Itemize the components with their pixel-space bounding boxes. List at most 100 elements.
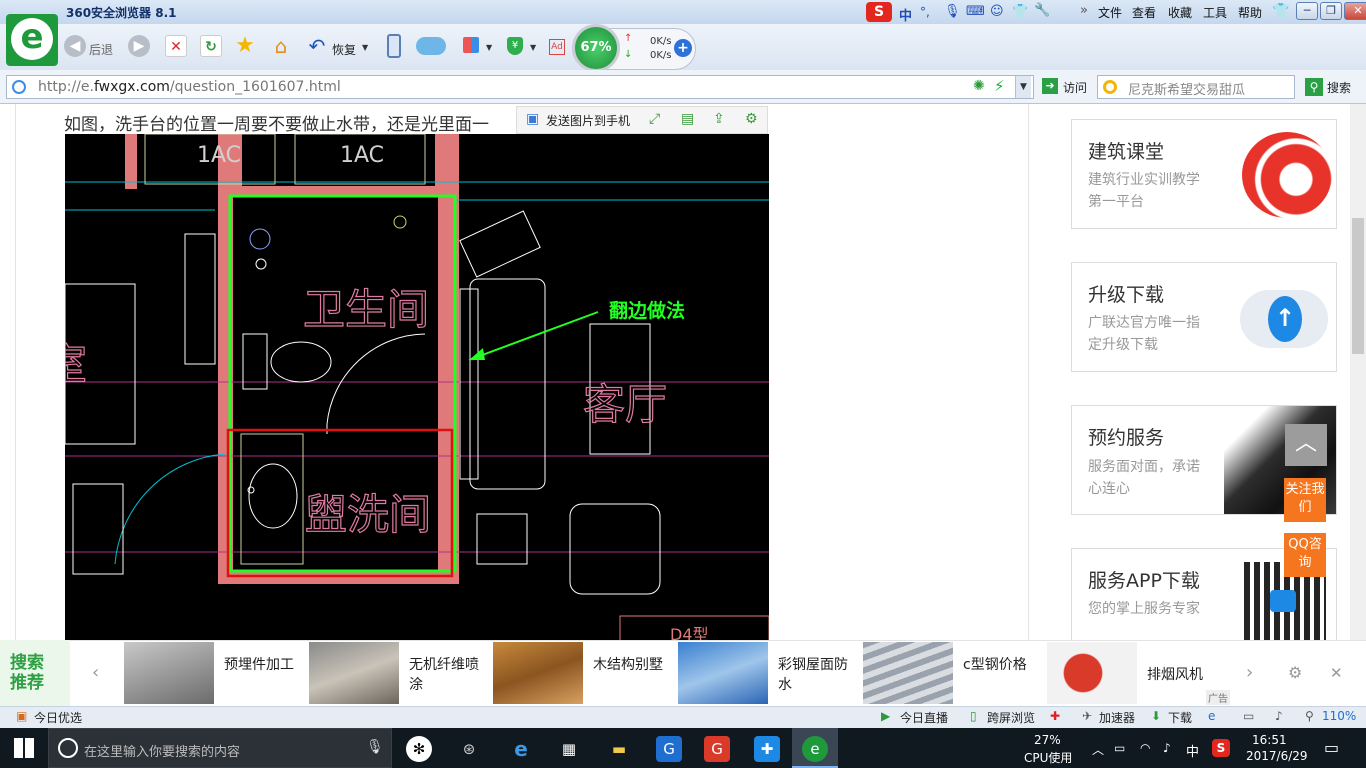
settings-gear-icon[interactable]: ⚙ [745,111,758,127]
search-magnifier-icon[interactable]: ⚲ [1305,78,1323,96]
shield-dropdown-icon[interactable]: ▼ [530,43,536,52]
rec-thumb-fan[interactable] [1047,642,1137,704]
qq-consult-button[interactable]: QQ咨询 [1284,533,1326,577]
restore-dropdown-icon[interactable]: ▼ [362,43,368,52]
notification-icon[interactable]: ▭ [1324,738,1339,757]
stop-icon[interactable]: ✕ [165,35,187,57]
cad-drawing-image[interactable]: 1AC 1AC 卫生间 客厅 盥洗间 室 翻边做法 D4型 [65,134,769,640]
url-text[interactable]: http://e.fwxgx.com/question_1601607.html [38,79,341,95]
forward-arrow-icon[interactable]: ▶ [128,35,150,57]
shirt-icon[interactable]: 👕 [1012,4,1028,19]
rec-thumb-embed[interactable] [124,642,214,704]
speedup-plus-icon[interactable]: + [674,39,692,57]
rec-thumb-steel[interactable] [863,642,953,704]
rec-item-label[interactable]: 彩钢屋面防水 [778,655,858,695]
rec-thumb-roof[interactable] [678,642,768,704]
tray-volume-icon[interactable]: ♪ [1163,741,1171,755]
visit-arrow-icon[interactable]: ➜ [1042,78,1058,94]
rec-thumb-fiber[interactable] [309,642,399,704]
taskbar-app-blue-icon[interactable]: ✚ [754,736,780,762]
close-button[interactable]: ✕ [1344,2,1366,20]
taskbar-glodon-icon[interactable]: G [656,736,682,762]
rec-item-label[interactable]: c型钢价格 [963,655,1043,675]
taskbar-edge-icon[interactable]: e [508,736,534,762]
cross-screen-link[interactable]: 跨屏浏览 [987,709,1035,726]
favorite-star-icon[interactable]: ★ [234,35,256,57]
rec-item-label[interactable]: 无机纤维喷涂 [409,655,489,695]
tray-sogou-icon[interactable]: S [1212,739,1230,757]
live-play-icon[interactable]: ▶ [881,709,890,723]
rec-settings-gear-icon[interactable]: ⚙ [1288,663,1302,682]
ime-mode[interactable]: 中 [899,5,912,24]
volume-icon[interactable]: ♪ [1275,709,1283,723]
tray-ime[interactable]: 中 [1186,741,1199,760]
taskbar-app-red-icon[interactable]: G [704,736,730,762]
restore-button[interactable]: ❐ [1320,2,1342,20]
user-icon[interactable]: ☺ [990,4,1004,19]
search-engine-icon[interactable] [1103,80,1117,94]
back-arrow-icon[interactable]: ◀ [64,35,86,57]
follow-us-button[interactable]: 关注我们 [1284,478,1326,522]
phone-screen-icon[interactable]: ▯ [970,709,977,723]
health-cross-icon[interactable]: ✚ [1050,709,1060,723]
skin-shirt-icon[interactable]: 👕 [1272,3,1289,19]
ie-icon[interactable]: e [1208,709,1215,723]
clock-time[interactable]: 16:51 [1252,733,1287,747]
scrollbar[interactable] [1350,104,1366,640]
prev-chevron-icon[interactable]: ‹ [92,662,99,683]
memory-gauge[interactable]: 67% [572,24,620,72]
phone-icon[interactable] [387,34,401,58]
wrench-icon[interactable]: 🔧 [1034,3,1050,18]
home-icon[interactable]: ⌂ [270,35,292,57]
accelerator-link[interactable]: 加速器 [1099,709,1135,726]
adblock-icon[interactable]: Ad [549,39,565,55]
rec-thumb-villa[interactable] [493,642,583,704]
clock-date[interactable]: 2017/6/29 [1246,749,1308,763]
zoom-magnifier-icon[interactable]: ⚲ [1305,709,1314,723]
fullscreen-icon[interactable]: ⤢ [649,111,660,127]
back-to-top-button[interactable]: ︿ [1285,424,1327,466]
restore-label[interactable]: 恢复 [332,41,356,58]
send-to-phone-button[interactable]: 发送图片到手机 [546,112,630,129]
visit-button[interactable]: 访问 [1063,79,1087,96]
more-chevron-icon[interactable]: » [1080,3,1088,18]
undo-icon[interactable]: ↶ [306,35,328,57]
rec-item-label[interactable]: 预埋件加工 [224,655,304,675]
taskbar-folder-icon[interactable]: ▬ [606,736,632,762]
taskbar-app-spiral-icon[interactable]: ⊛ [456,736,482,762]
menu-tools[interactable]: 工具 [1203,4,1227,21]
taskbar-store-icon[interactable]: ▦ [556,736,582,762]
microphone-icon[interactable]: 🎙 [944,4,961,19]
sogou-ime-icon[interactable]: S [866,2,892,22]
cloud-icon[interactable] [416,37,446,55]
rec-close-icon[interactable]: ✕ [1330,664,1343,682]
apps-grid-icon[interactable] [463,37,479,53]
rec-item-label[interactable]: 排烟风机 [1147,665,1227,685]
save-image-icon[interactable]: ▤ [681,111,694,127]
zoom-level[interactable]: 110% [1322,709,1356,723]
taskbar-360-browser-icon[interactable]: e [802,736,828,762]
today-live-link[interactable]: 今日直播 [900,709,948,726]
scrollbar-thumb[interactable] [1352,218,1364,354]
next-chevron-icon[interactable]: › [1246,662,1253,683]
download-icon[interactable]: ⬇ [1151,709,1161,723]
search-button[interactable]: 搜索 [1327,79,1351,96]
ime-punct[interactable]: °, [920,5,930,19]
send-phone-icon[interactable]: ▣ [526,111,539,127]
rec-item-label[interactable]: 木结构别墅 [593,655,673,675]
speed-mode-bolt-icon[interactable]: ⚡ [994,77,1005,95]
refresh-icon[interactable]: ↻ [200,35,222,57]
url-dropdown-icon[interactable]: ▼ [1015,76,1031,98]
taskbar-app-fan-icon[interactable]: ✻ [406,736,432,762]
download-link[interactable]: 下载 [1168,709,1192,726]
accelerator-icon[interactable]: ✈ [1082,709,1092,723]
tray-wifi-icon[interactable]: ◠ [1140,741,1150,755]
windows-start-icon[interactable] [14,738,34,758]
minimize-button[interactable]: ─ [1296,2,1318,20]
tray-chevron-icon[interactable]: ︿ [1092,741,1104,758]
menu-view[interactable]: 查看 [1132,4,1156,21]
menu-file[interactable]: 文件 [1098,4,1122,21]
share-icon[interactable]: ⇪ [713,111,725,127]
back-label[interactable]: 后退 [89,41,113,58]
shield-yen-icon[interactable]: ¥ [507,37,523,55]
